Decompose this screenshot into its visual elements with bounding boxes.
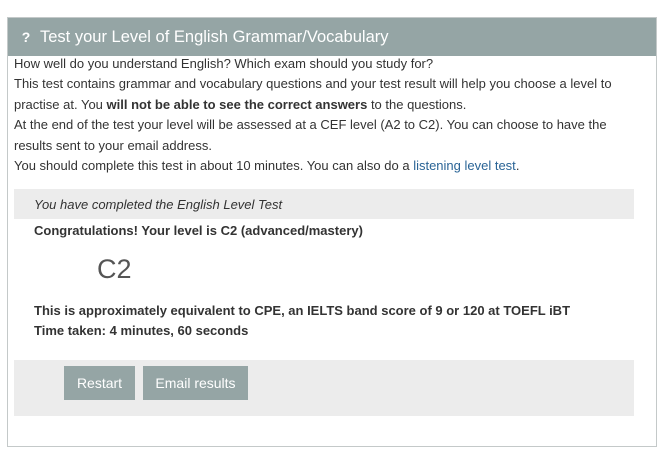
intro-warning: will not be able to see the correct answ…	[106, 96, 368, 112]
result-block: Congratulations! Your level is C2 (advan…	[34, 219, 634, 341]
question-icon: ?	[21, 29, 31, 45]
intro-line-2-end: to the questions.	[367, 96, 467, 112]
completed-text: You have completed the English Level Tes…	[34, 196, 283, 212]
intro-line-4-end: .	[515, 158, 520, 174]
panel-title: Test your Level of English Grammar/Vocab…	[40, 27, 389, 46]
intro-line-4-start: You should complete this test in about 1…	[14, 158, 414, 174]
intro-text: How well do you understand English? Whic…	[14, 54, 634, 176]
level-badge: C2	[97, 254, 132, 284]
button-bar: Restart Email results	[14, 360, 634, 416]
panel-header: ? Test your Level of English Grammar/Voc…	[8, 18, 656, 56]
intro-line-3: At the end of the test your level will b…	[14, 117, 607, 153]
email-results-button[interactable]: Email results	[143, 366, 248, 400]
equivalence-text: This is approximately equivalent to CPE,…	[34, 303, 571, 318]
time-taken: Time taken: 4 minutes, 60 seconds	[34, 323, 249, 338]
congrats-text: Congratulations! Your level is C2 (advan…	[34, 223, 363, 238]
completed-banner: You have completed the English Level Tes…	[14, 189, 634, 219]
intro-line-4: You should complete this test in about 1…	[14, 156, 634, 176]
restart-button[interactable]: Restart	[64, 366, 135, 400]
intro-line-2: This test contains grammar and vocabular…	[14, 74, 634, 115]
listening-test-link[interactable]: listening level test	[413, 158, 516, 173]
intro-line-1: How well do you understand English? Whic…	[14, 56, 434, 71]
